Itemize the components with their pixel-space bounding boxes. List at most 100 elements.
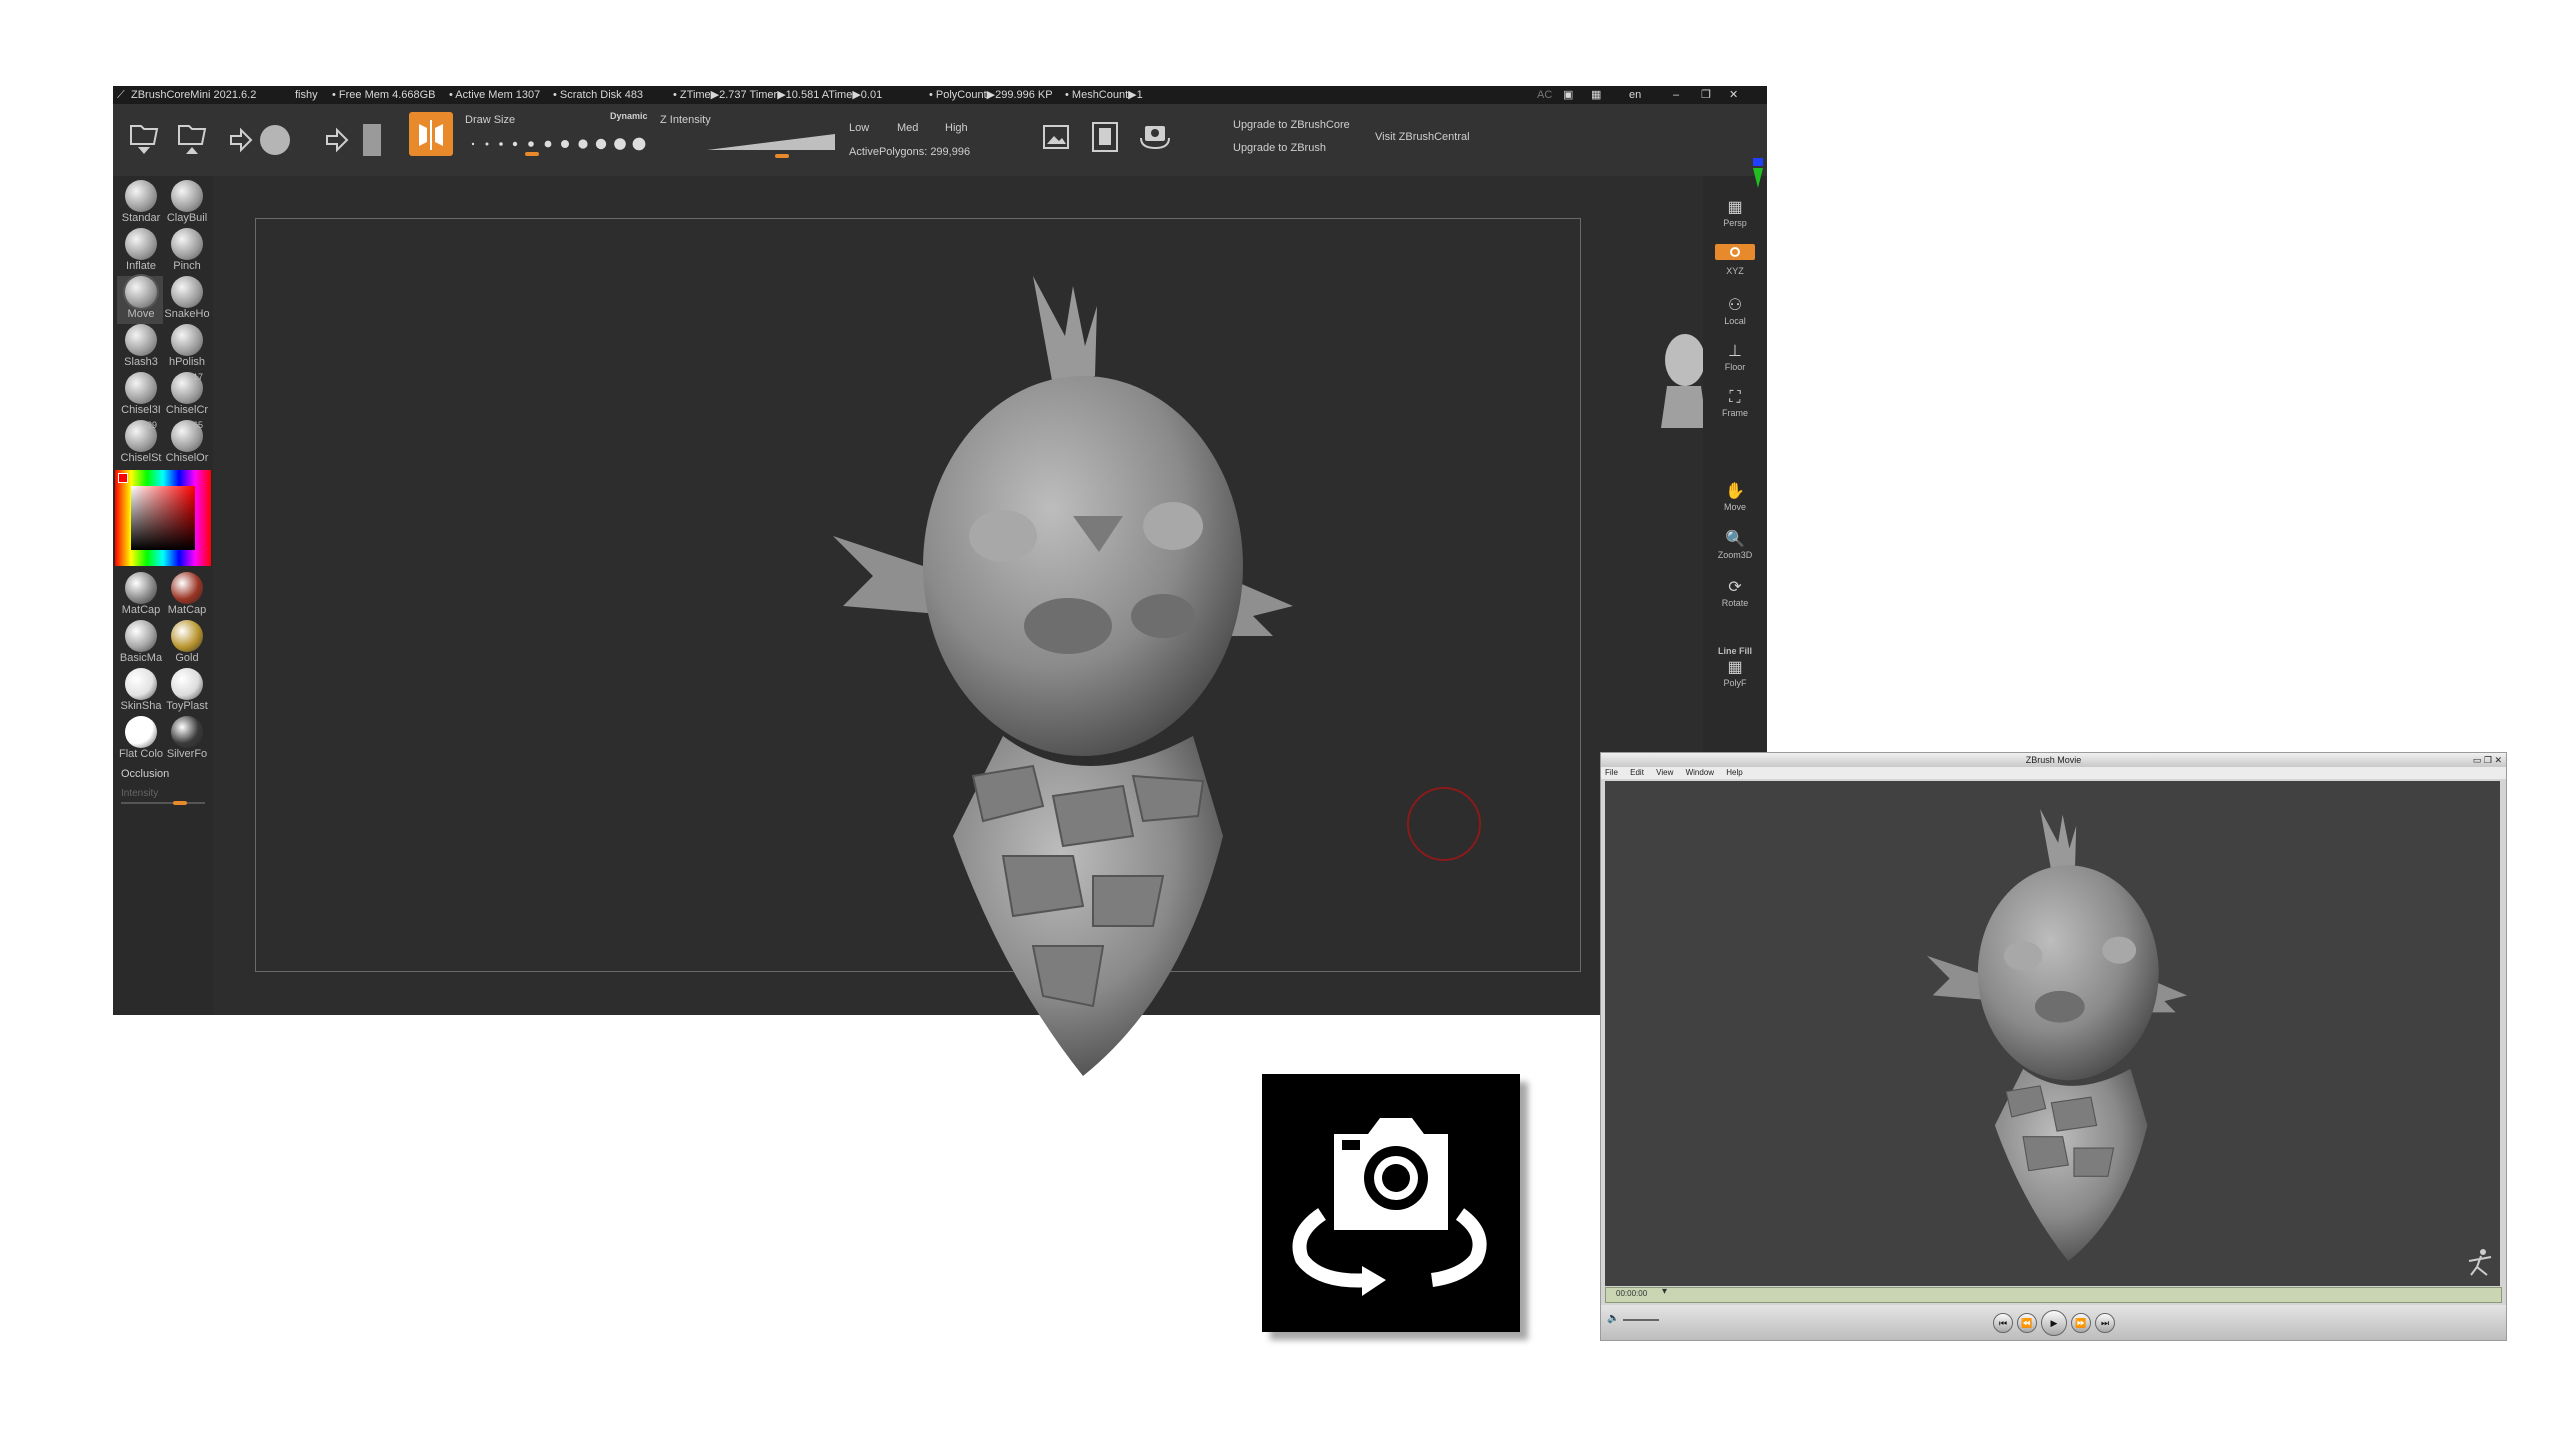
upgrade-zbrush-link[interactable]: Upgrade to ZBrush	[1233, 142, 1326, 154]
color-square[interactable]	[131, 486, 195, 550]
zbrush-window: ⟋ ZBrushCoreMini 2021.6.2 fishy • Free M…	[113, 86, 1767, 1076]
brush-move[interactable]: Move	[117, 276, 163, 324]
z-intensity-slider[interactable]	[705, 128, 855, 164]
occlusion-button[interactable]: Occlusion	[121, 768, 169, 780]
draw-size-label: Draw Size	[465, 114, 516, 126]
project-name: fishy	[295, 89, 318, 101]
menu-edit[interactable]: Edit	[1630, 768, 1644, 777]
brush-chiselorganic[interactable]: ChiselOr 65	[163, 420, 209, 468]
open-folder-icon[interactable]	[127, 116, 161, 156]
color-picker[interactable]	[115, 470, 211, 566]
upgrade-core-link[interactable]: Upgrade to ZBrushCore	[1233, 119, 1350, 131]
brush-badge: 17	[193, 372, 204, 382]
title-bar: ⟋ ZBrushCoreMini 2021.6.2 fishy • Free M…	[113, 86, 1767, 104]
brush-slash3[interactable]: Slash3	[117, 324, 163, 372]
go-to-start-button[interactable]: ⏮	[1993, 1313, 2013, 1333]
brush-standard[interactable]: Standar	[117, 180, 163, 228]
brush-badge: 65	[193, 420, 204, 430]
z-intensity-handle	[775, 154, 789, 158]
meshcount: • MeshCount▶1	[1065, 89, 1143, 101]
language-button[interactable]: en	[1629, 86, 1641, 104]
brush-cursor	[1407, 787, 1481, 861]
brush-snakehook[interactable]: SnakeHo	[163, 276, 210, 324]
zoom-icon: 🔍	[1725, 531, 1745, 548]
material-skinshade[interactable]: SkinSha	[117, 668, 163, 716]
stroke-select-icon[interactable]	[325, 124, 389, 158]
visit-central-link[interactable]: Visit ZBrushCentral	[1375, 131, 1470, 143]
free-mem: • Free Mem 4.668GB	[332, 89, 436, 101]
symmetry-icon	[419, 120, 443, 150]
movie-viewport	[1605, 781, 2500, 1286]
floor-icon: ⊥	[1728, 343, 1742, 360]
step-forward-button[interactable]: ⏩	[2071, 1313, 2091, 1333]
camera-rotate-icon	[1292, 1118, 1487, 1296]
ac-label: AC	[1537, 89, 1553, 101]
brush-badge: 29	[147, 420, 158, 430]
ui-icon[interactable]: ▦	[1591, 86, 1601, 104]
brush-select-icon[interactable]	[229, 124, 293, 158]
dynamic-toggle[interactable]: Dynamic	[610, 111, 648, 121]
menu-help[interactable]: Help	[1726, 768, 1742, 777]
xyz-button[interactable]: XYZ	[1703, 252, 1767, 292]
material-flatcolor[interactable]: Flat Colo	[117, 716, 163, 764]
movie-window-controls[interactable]: ▭ ❐ ✕	[2473, 753, 2502, 767]
mini-axis-icon	[1753, 158, 1763, 188]
brush-hpolish[interactable]: hPolish	[163, 324, 209, 372]
volume-icon[interactable]: 🔈	[1607, 1313, 1619, 1324]
timeline-playhead[interactable]: ▾	[1662, 1286, 1667, 1297]
symmetry-button[interactable]	[409, 112, 453, 156]
play-button[interactable]: ▶	[2041, 1310, 2067, 1336]
viewport-canvas[interactable]	[213, 176, 1763, 1076]
local-button[interactable]: ⚇ Local	[1703, 294, 1767, 334]
menu-window[interactable]: Window	[1686, 768, 1714, 777]
polyframe-icon: ▦	[1727, 659, 1743, 676]
active-mem: • Active Mem 1307	[449, 89, 541, 101]
close-icon[interactable]: ✕	[1729, 86, 1738, 104]
brush-inflate[interactable]: Inflate	[117, 228, 163, 276]
intensity-handle[interactable]	[173, 801, 187, 805]
polyf-button[interactable]: Line Fill ▦ PolyF	[1703, 646, 1767, 696]
rotate-icon: ⟳	[1728, 579, 1742, 596]
persp-button[interactable]: ▦ Persp	[1703, 196, 1767, 236]
material-matcap-gray[interactable]: MatCap	[117, 572, 163, 620]
quality-high[interactable]: High	[945, 122, 968, 134]
movie-fish-sculpt	[1927, 808, 2187, 1262]
brush-chiselstone[interactable]: ChiselSt 29	[117, 420, 163, 468]
brush-claybuildup[interactable]: ClayBuil	[163, 180, 209, 228]
material-gold[interactable]: Gold	[163, 620, 209, 668]
image-export-icon[interactable]	[1041, 122, 1071, 152]
menu-view[interactable]: View	[1656, 768, 1673, 777]
volume-slider[interactable]	[1623, 1319, 1659, 1321]
app-title: ZBrushCoreMini 2021.6.2	[131, 89, 257, 101]
maximize-icon[interactable]: ❐	[1701, 86, 1711, 104]
frame-button[interactable]: ⛶ Frame	[1703, 386, 1767, 426]
fish-sculpt	[833, 276, 1293, 1076]
move-view-button[interactable]: ✋ Move	[1703, 480, 1767, 520]
intensity-slider[interactable]	[121, 801, 205, 805]
quality-low[interactable]: Low	[849, 122, 869, 134]
zbrush-figure-icon	[2468, 1249, 2492, 1276]
floor-button[interactable]: ⊥ Floor	[1703, 340, 1767, 380]
turntable-doc-icon[interactable]	[1089, 120, 1121, 154]
layout-icon[interactable]: ▣	[1563, 86, 1573, 104]
brush-chisel3d[interactable]: Chisel3I	[117, 372, 163, 420]
material-matcap-red[interactable]: MatCap	[163, 572, 209, 620]
material-silverfoil[interactable]: SilverFo	[163, 716, 209, 764]
quality-med[interactable]: Med	[897, 122, 918, 134]
movie-timecode: 00:00:00	[1616, 1289, 1648, 1298]
material-basic[interactable]: BasicMa	[117, 620, 163, 668]
menu-file[interactable]: File	[1605, 768, 1618, 777]
zoom3d-button[interactable]: 🔍 Zoom3D	[1703, 528, 1767, 568]
brush-pinch[interactable]: Pinch	[163, 228, 209, 276]
minimize-icon[interactable]: –	[1673, 86, 1679, 104]
brush-chiselcreature[interactable]: ChiselCr 17	[163, 372, 209, 420]
turntable-camera-icon[interactable]	[1137, 120, 1173, 154]
go-to-end-button[interactable]: ⏭	[2095, 1313, 2115, 1333]
material-toyplastic[interactable]: ToyPlast	[163, 668, 209, 716]
rotate-button[interactable]: ⟳ Rotate	[1703, 576, 1767, 616]
scratch-disk: • Scratch Disk 483	[553, 89, 644, 101]
save-folder-icon[interactable]	[175, 116, 209, 156]
left-palette: Standar ClayBuil Inflate Pinch Move Snak…	[113, 176, 213, 1015]
step-back-button[interactable]: ⏪	[2017, 1313, 2037, 1333]
movie-timeline[interactable]: 00:00:00 ▾	[1605, 1286, 2502, 1303]
